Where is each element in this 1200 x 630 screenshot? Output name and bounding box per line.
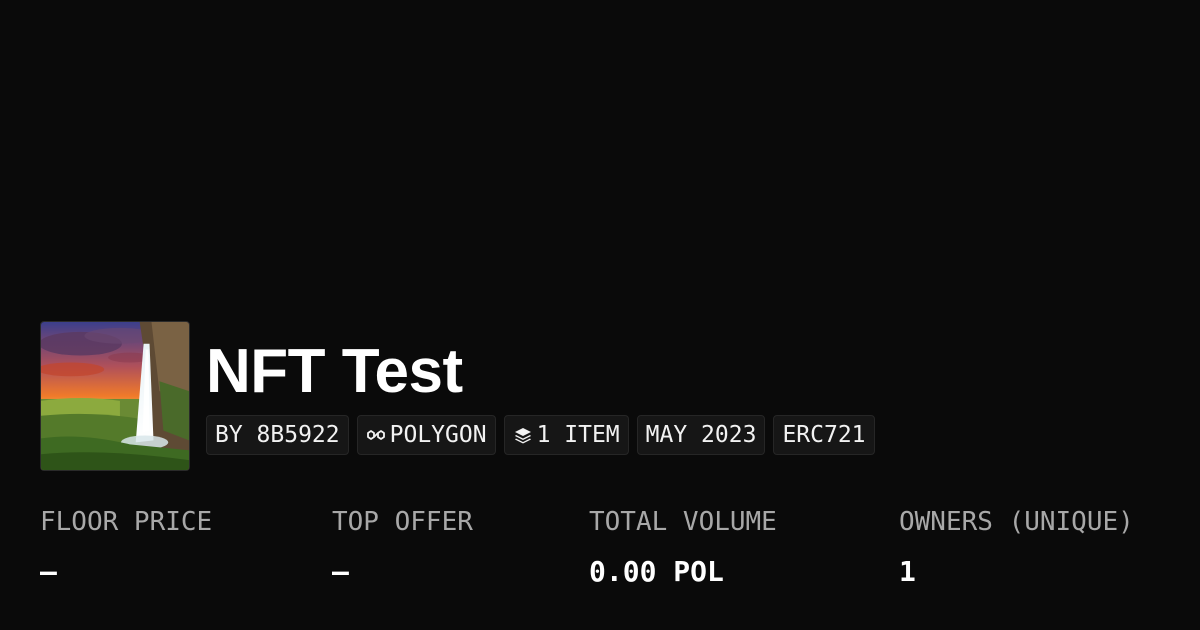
stat-value: 0.00 POL <box>589 555 724 588</box>
stat-owners-unique: OWNERS (UNIQUE) 1 <box>899 504 1134 590</box>
polygon-chain-icon <box>366 430 385 440</box>
stat-label: OWNERS (UNIQUE) <box>899 507 1134 537</box>
stat-total-volume: TOTAL VOLUME 0.00 POL <box>589 504 777 590</box>
collection-card: NFT Test BY 8B5922 POLYGON 1 ITEM MAY 20… <box>0 0 1200 630</box>
creator-badge[interactable]: BY 8B5922 <box>206 415 349 455</box>
stat-value: 1 <box>899 555 916 588</box>
stat-label: TOP OFFER <box>332 507 473 537</box>
date-badge-label: MAY 2023 <box>645 422 757 448</box>
items-badge[interactable]: 1 ITEM <box>503 415 629 455</box>
collection-title: NFT Test <box>206 337 463 406</box>
stat-floor-price: FLOOR PRICE – <box>40 504 212 590</box>
chain-badge[interactable]: POLYGON <box>356 415 496 455</box>
stat-value: – <box>332 555 349 588</box>
stat-value: – <box>40 555 57 588</box>
collection-badges: BY 8B5922 POLYGON 1 ITEM MAY 2023 ERC721 <box>206 415 875 455</box>
standard-badge-label: ERC721 <box>782 422 866 448</box>
stat-label: FLOOR PRICE <box>40 507 213 537</box>
stat-label: TOTAL VOLUME <box>589 507 777 537</box>
creator-badge-label: BY 8B5922 <box>215 422 340 448</box>
waterfall-landscape-image <box>41 322 189 470</box>
chain-badge-label: POLYGON <box>389 422 487 448</box>
collection-thumbnail[interactable] <box>40 321 190 471</box>
date-badge: MAY 2023 <box>636 415 766 455</box>
items-badge-label: 1 ITEM <box>536 422 620 448</box>
standard-badge: ERC721 <box>773 415 875 455</box>
stat-top-offer: TOP OFFER – <box>332 504 473 590</box>
layers-icon <box>514 428 531 444</box>
